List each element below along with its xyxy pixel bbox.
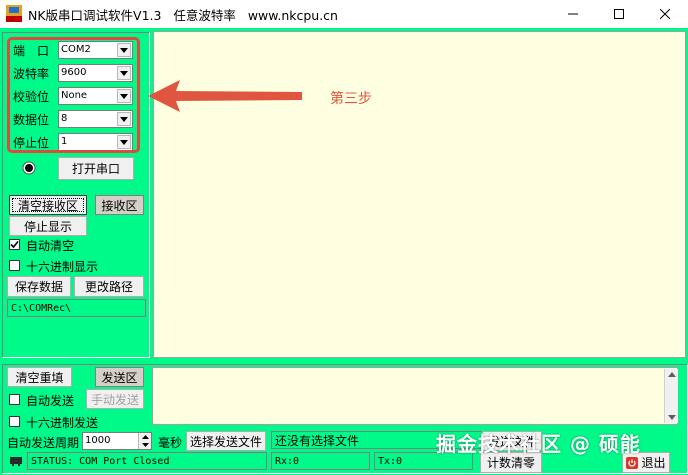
hex-display-checkbox[interactable] [9,260,20,271]
port-icon [10,457,22,466]
stop-display-button[interactable]: 停止显示 [9,216,87,236]
clear-send-button[interactable]: 清空重填 [7,367,72,387]
title-bar: NK版串口调试软件V1.3 任意波特率 www.nkcpu.cn [0,0,688,28]
period-value: 1000 [85,435,111,446]
period-input[interactable]: 1000 [82,432,152,450]
annotation-step-label: 第三步 [330,91,372,107]
send-text-area[interactable] [152,367,678,425]
hex-send-checkbox[interactable] [9,416,20,427]
auto-clear-checkbox[interactable] [9,239,20,250]
spinner-arrows-icon [142,435,149,447]
hex-display-label: 十六进制显示 [26,260,99,274]
auto-send-label: 自动发送 [26,394,75,408]
annotation-arrow [148,80,302,112]
send-area-tag: 发送区 [95,367,144,387]
period-unit-label: 毫秒 [158,436,183,450]
watermark: 掘金技术社区 @ 硕能 [436,432,641,456]
clear-receive-button[interactable]: 清空接收区 [9,195,87,215]
exit-label: 退出 [641,456,666,470]
scroll-down-icon [668,415,676,420]
auto-send-period-label: 自动发送周期 [7,436,80,450]
checkmark-icon [10,240,19,249]
period-spinner[interactable] [138,433,151,449]
minimize-button[interactable] [550,0,596,28]
save-path-display: C:\COMRec\ [7,299,146,317]
auto-send-checkbox[interactable] [9,394,20,405]
save-data-button[interactable]: 保存数据 [7,276,71,297]
receive-area-tag: 接收区 [95,195,144,215]
hex-send-label: 十六进制发送 [26,416,99,430]
power-icon [626,456,639,469]
manual-send-button[interactable]: 手动发送 [86,389,144,409]
select-send-file-button[interactable]: 选择发送文件 [186,431,266,451]
app-icon [6,5,22,22]
rx-counter: Rx:0 [271,452,370,470]
auto-clear-label: 自动清空 [26,239,75,253]
scroll-up-icon [668,372,676,377]
send-area-scrollbar[interactable] [664,369,678,423]
maximize-button[interactable] [596,0,642,28]
annotation-highlight-box [7,37,140,153]
open-port-button[interactable]: 打开串口 [58,157,134,180]
change-path-button[interactable]: 更改路径 [74,276,144,297]
close-button[interactable] [642,0,688,28]
window-title: NK版串口调试软件V1.3 任意波特率 www.nkcpu.cn [28,8,338,23]
port-status-indicator-icon [22,161,36,175]
status-display: STATUS: COM Port Closed [27,452,267,470]
